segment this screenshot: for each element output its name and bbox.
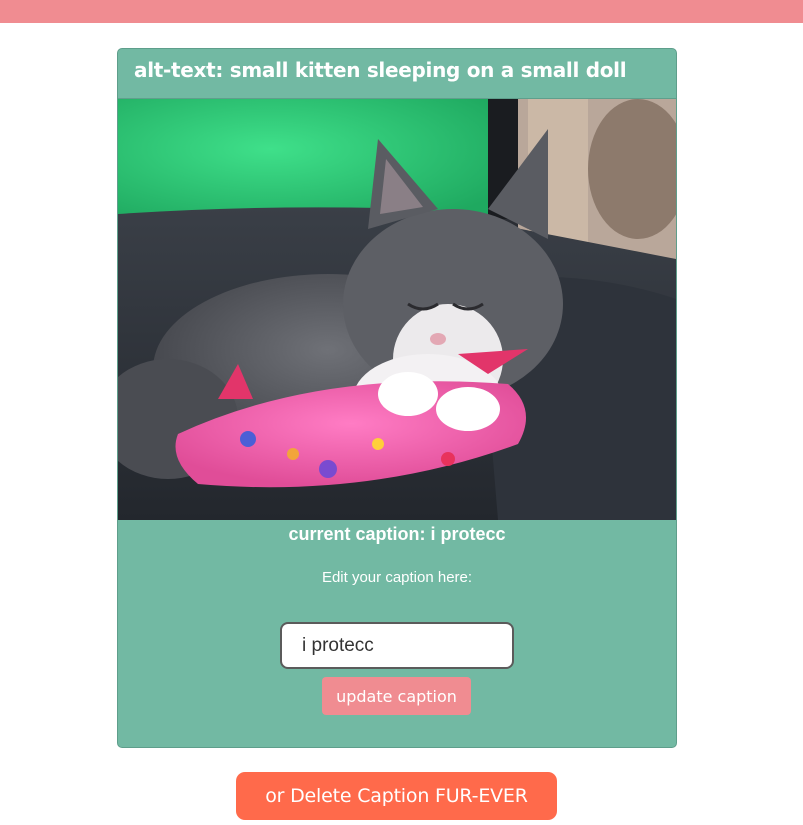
alt-text-heading: alt-text: small kitten sleeping on a sma… — [118, 49, 676, 99]
edit-caption-label: Edit your caption here: — [321, 569, 473, 586]
kitten-photo — [118, 99, 676, 520]
top-bar — [0, 0, 803, 23]
current-caption: current caption: i protecc — [288, 524, 506, 544]
delete-caption-button[interactable]: or Delete Caption FUR-EVER — [236, 772, 557, 820]
caption-input[interactable] — [280, 622, 514, 669]
update-caption-button[interactable]: update caption — [322, 677, 471, 715]
caption-card: alt-text: small kitten sleeping on a sma… — [117, 48, 677, 748]
